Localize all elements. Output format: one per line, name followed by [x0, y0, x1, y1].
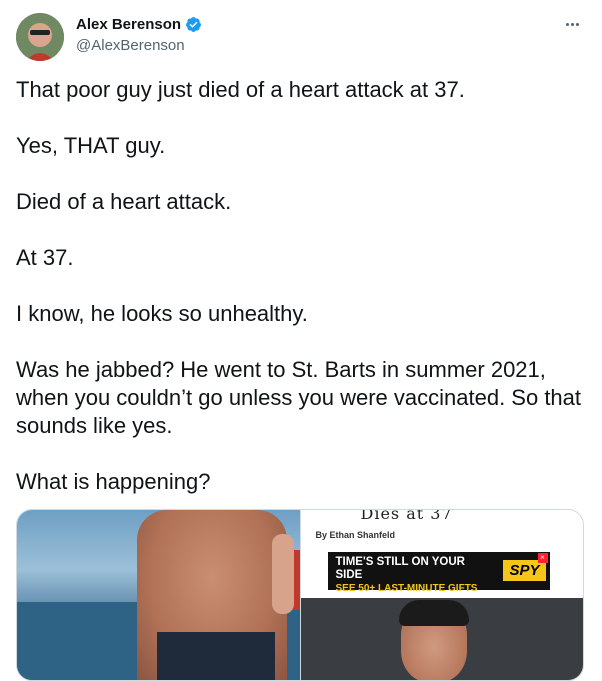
avatar-photo: [16, 13, 64, 61]
avatar[interactable]: [16, 13, 64, 61]
ad-close-icon: ×: [537, 553, 548, 563]
tweet-paragraph: That poor guy just died of a heart attac…: [16, 77, 465, 102]
ad-banner: TIME'S STILL ON YOUR SIDE SEE 50+ LAST-M…: [327, 552, 550, 594]
photo-shorts: [157, 632, 275, 680]
article-photo: [300, 598, 583, 680]
tweet-paragraph: Died of a heart attack.: [16, 189, 232, 214]
tweet-paragraph: At 37.: [16, 245, 74, 270]
tweet-media[interactable]: Dies at 37 By Ethan Shanfeld TIME'S STIL…: [16, 509, 584, 681]
article-byline: By Ethan Shanfeld: [315, 530, 396, 540]
tweet-paragraph: Yes, THAT guy.: [16, 133, 166, 158]
photo-hand: [272, 534, 294, 614]
more-options-icon[interactable]: [560, 14, 584, 34]
ad-brand-logo: SPY: [503, 560, 546, 581]
verified-badge-icon: [186, 17, 201, 32]
media-article-screenshot[interactable]: Dies at 37 By Ethan Shanfeld TIME'S STIL…: [299, 509, 583, 680]
tweet-paragraph: Was he jabbed? He went to St. Barts in s…: [16, 357, 582, 438]
ad-text: TIME'S STILL ON YOUR SIDE SEE 50+ LAST-M…: [328, 552, 486, 594]
author-name-row[interactable]: Alex Berenson: [76, 16, 202, 33]
tweet-paragraph: I know, he looks so unhealthy.: [16, 301, 308, 326]
author-name[interactable]: Alex Berenson: [76, 16, 181, 33]
article-headline: Dies at 37: [360, 509, 453, 523]
ad-line2: SEE 50+ LAST-MINUTE GIFTS: [335, 583, 478, 594]
ad-line1: TIME'S STILL ON YOUR SIDE: [335, 556, 465, 581]
author-handle[interactable]: @AlexBerenson: [76, 37, 185, 54]
photo-hair: [398, 600, 469, 626]
tweet-text: That poor guy just died of a heart attac…: [16, 76, 591, 496]
tweet-paragraph: What is happening?: [16, 469, 211, 494]
media-photo-left[interactable]: [17, 510, 300, 680]
